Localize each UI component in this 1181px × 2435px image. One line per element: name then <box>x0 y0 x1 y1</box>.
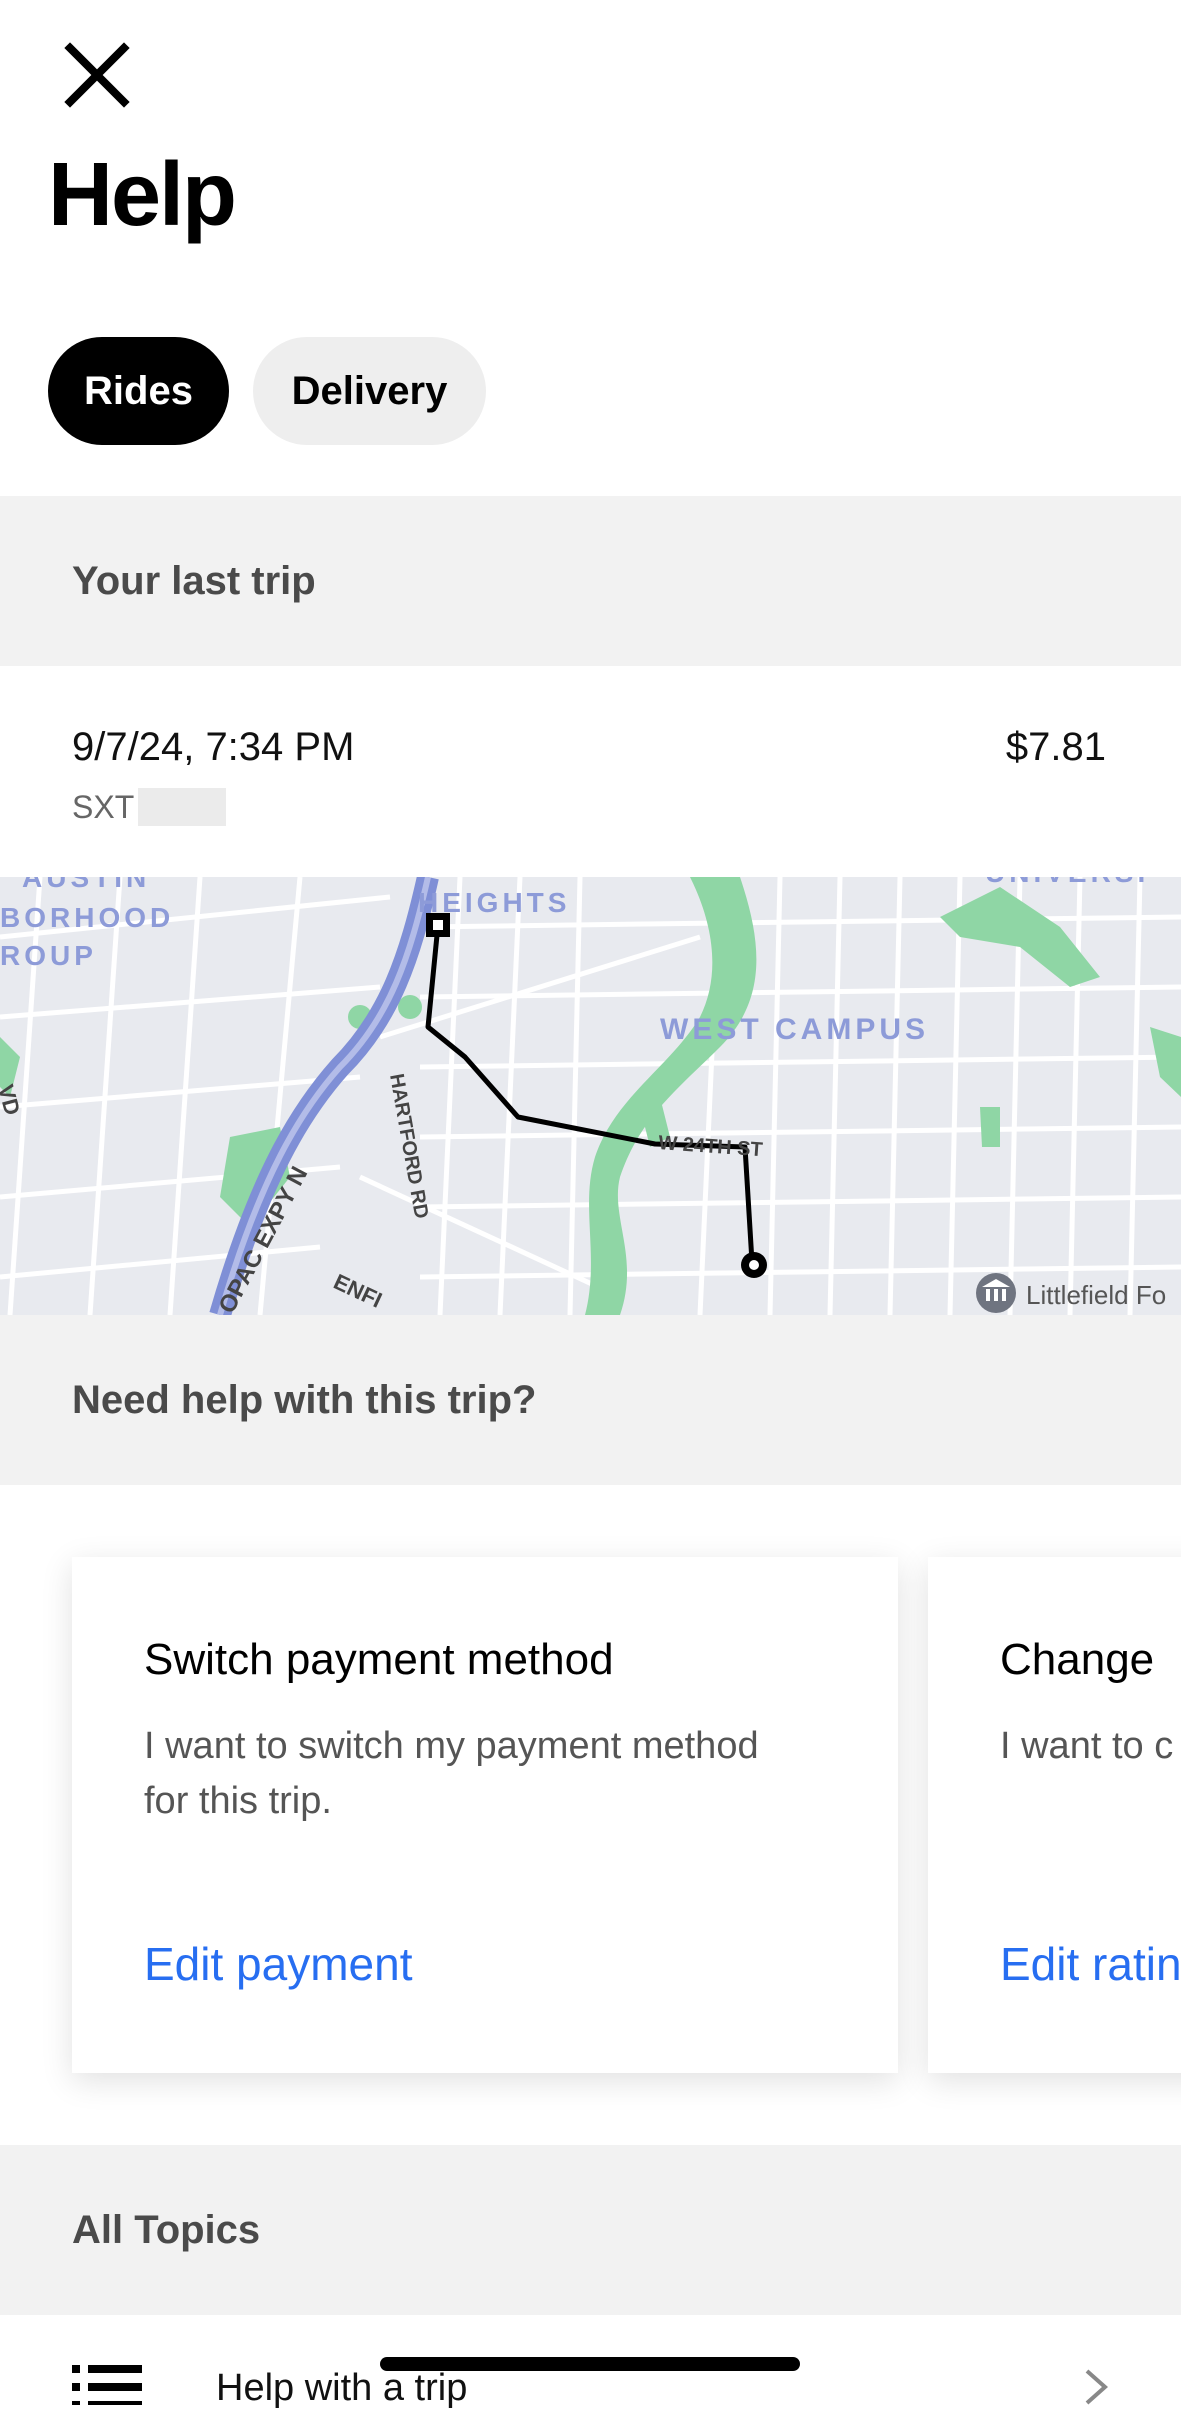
map-label-austin: AUSTIN <box>22 877 150 893</box>
plate-redacted <box>138 788 227 826</box>
card-title: Switch payment method <box>144 1635 614 1684</box>
topic-item-help-with-a-trip[interactable]: Help with a trip <box>0 2315 1181 2435</box>
tab-rides[interactable]: Rides <box>48 337 229 445</box>
trip-map[interactable]: AUSTIN BORHOOD ROUP HEIGHTS UNIVERSI WES… <box>0 877 1181 1315</box>
chevron-right-icon <box>1085 2369 1109 2405</box>
list-icon <box>72 2365 142 2405</box>
map-label-roup: ROUP <box>0 940 97 971</box>
trip-price: $7.81 <box>1005 725 1106 769</box>
edit-payment-link[interactable]: Edit payment <box>144 1937 412 1991</box>
map-label-univers: UNIVERSI <box>985 877 1149 888</box>
close-button[interactable] <box>62 40 132 110</box>
map-label-west-campus: WEST CAMPUS <box>660 1013 929 1046</box>
home-indicator[interactable] <box>380 2357 800 2371</box>
tab-delivery[interactable]: Delivery <box>253 337 486 445</box>
map-label-borhood: BORHOOD <box>0 902 174 933</box>
trip-datetime: 9/7/24, 7:34 PM <box>72 725 355 769</box>
help-cards-carousel[interactable]: Switch payment method I want to switch m… <box>0 1485 1181 2145</box>
help-card[interactable]: Switch payment method I want to switch m… <box>72 1557 898 2073</box>
last-trip-header: Your last trip <box>0 496 1181 666</box>
page-title: Help <box>48 145 237 245</box>
map-label-littlefield: Littlefield Fo <box>1026 1280 1166 1310</box>
vehicle-plate: SXT <box>72 788 227 826</box>
close-icon <box>64 42 130 108</box>
card-description: I want to switch my payment method for t… <box>144 1725 759 1823</box>
museum-icon <box>976 1273 1016 1313</box>
circle-marker-icon <box>741 1252 767 1278</box>
card-description: I want to c <box>1000 1725 1174 1767</box>
topic-label: Help with a trip <box>216 2367 468 2409</box>
edit-rating-link[interactable]: Edit ratin <box>1000 1937 1181 1991</box>
category-tabs: Rides Delivery <box>48 337 486 445</box>
card-title: Change <box>1000 1635 1155 1684</box>
help-card[interactable]: Change I want to c Edit ratin <box>928 1557 1181 2073</box>
map-label-heights: HEIGHTS <box>418 887 570 918</box>
plate-prefix: SXT <box>72 788 135 825</box>
trip-help-header: Need help with this trip? <box>0 1315 1181 1485</box>
all-topics-header: All Topics <box>0 2145 1181 2315</box>
